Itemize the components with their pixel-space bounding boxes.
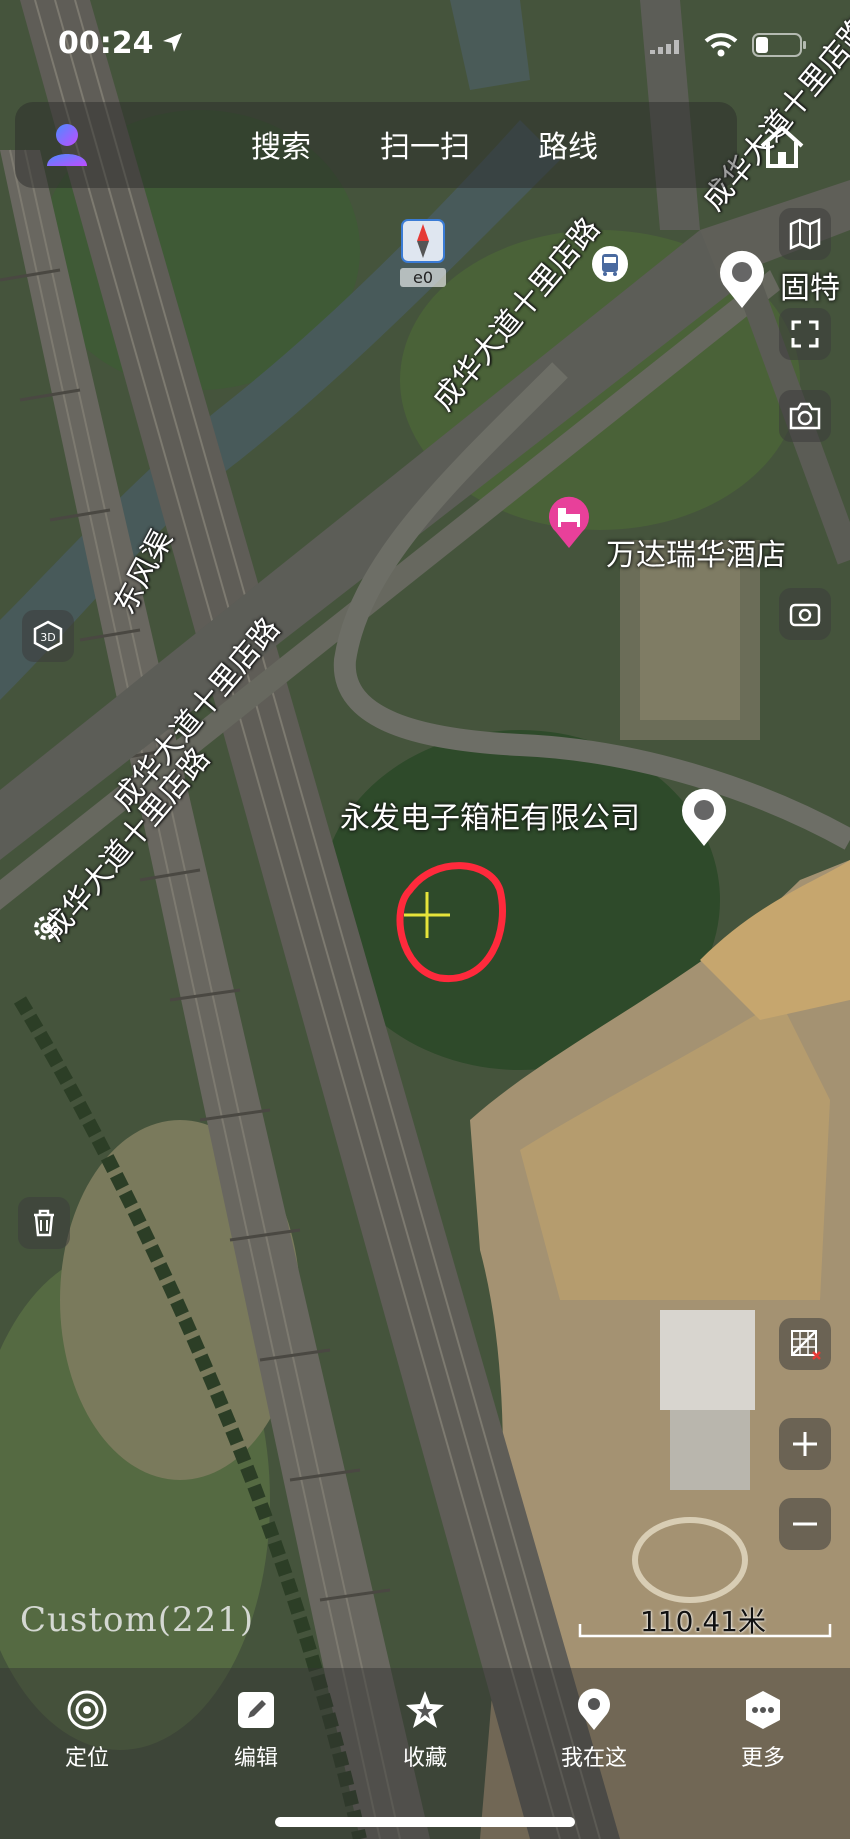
switch-camera-button[interactable] [779, 588, 831, 640]
map-layers-button[interactable] [779, 208, 831, 260]
status-bar: 00:24 [0, 0, 850, 90]
partial-poi-label[interactable]: 固特 [780, 263, 840, 307]
grid-off-icon [791, 1330, 821, 1360]
expand-icon [791, 320, 819, 348]
3d-cube-icon: 3D [33, 620, 63, 652]
compass-icon [401, 219, 445, 263]
bus-stop-icon[interactable] [592, 246, 628, 282]
hotel-poi-label[interactable]: 万达瑞华酒店 [606, 530, 786, 574]
zoom-out-button[interactable] [779, 1498, 831, 1550]
wifi-icon [704, 33, 738, 57]
fullscreen-button[interactable] [779, 308, 831, 360]
camera-button[interactable] [779, 390, 831, 442]
crosshair-icon [404, 892, 450, 938]
more-label: 更多 [740, 1746, 785, 1771]
here-button[interactable]: 我在这 [539, 1688, 649, 1772]
star-icon [406, 1691, 444, 1728]
location-pin-icon [720, 250, 764, 308]
location-arrow-icon [163, 33, 182, 52]
camera-icon [789, 402, 821, 430]
zoom-in-button[interactable] [779, 1418, 831, 1470]
locate-target-icon [67, 1690, 107, 1730]
edit-label: 编辑 [233, 1746, 278, 1771]
locate-label: 定位 [64, 1746, 109, 1771]
compass-label: e0 [400, 268, 446, 287]
more-button[interactable]: 更多 [708, 1688, 818, 1772]
delete-button[interactable] [18, 1197, 70, 1249]
home-icon[interactable] [754, 118, 810, 174]
bed-icon [549, 496, 589, 548]
trash-icon [34, 1209, 54, 1237]
scale-bar [578, 1624, 832, 1638]
minus-icon [793, 1522, 817, 1526]
scan-button[interactable]: 扫一扫 [380, 122, 470, 166]
signal-icon [650, 40, 679, 54]
top-toolbar: 搜索 扫一扫 路线 [15, 102, 737, 188]
route-button[interactable]: 路线 [538, 122, 598, 166]
svg-text:3D: 3D [40, 631, 55, 644]
edit-button[interactable]: 编辑 [201, 1688, 311, 1772]
more-dots-icon [746, 1691, 780, 1729]
bottom-toolbar: 定位 编辑 收藏 我在这 更多 [0, 1668, 850, 1839]
settings-gear-icon[interactable] [28, 910, 64, 946]
partial-poi-pin[interactable] [718, 250, 766, 310]
favorite-label: 收藏 [402, 1746, 447, 1771]
user-profile-icon[interactable] [45, 122, 89, 168]
search-button[interactable]: 搜索 [251, 122, 311, 166]
here-label: 我在这 [560, 1746, 627, 1771]
battery-icon [752, 33, 806, 57]
map-book-icon [789, 218, 821, 250]
company-poi-label[interactable]: 永发电子箱柜有限公司 [340, 793, 640, 837]
custom-map-label: Custom(221) [20, 1600, 255, 1640]
status-time: 00:24 [58, 26, 154, 61]
grid-toggle-button[interactable] [779, 1318, 831, 1370]
locate-button[interactable]: 定位 [32, 1688, 142, 1772]
location-pin-icon [578, 1688, 610, 1730]
company-poi-pin[interactable] [680, 788, 728, 848]
edit-pencil-icon [238, 1692, 274, 1728]
3d-toggle-button[interactable]: 3D [22, 610, 74, 662]
plus-icon [793, 1432, 817, 1456]
rotate-camera-icon [789, 603, 821, 627]
favorite-button[interactable]: 收藏 [370, 1688, 480, 1772]
home-indicator[interactable] [275, 1817, 575, 1827]
compass[interactable]: e0 [400, 218, 446, 288]
location-pin-icon [682, 788, 726, 846]
hotel-poi-pin[interactable] [546, 494, 592, 550]
bus-icon [602, 254, 618, 276]
